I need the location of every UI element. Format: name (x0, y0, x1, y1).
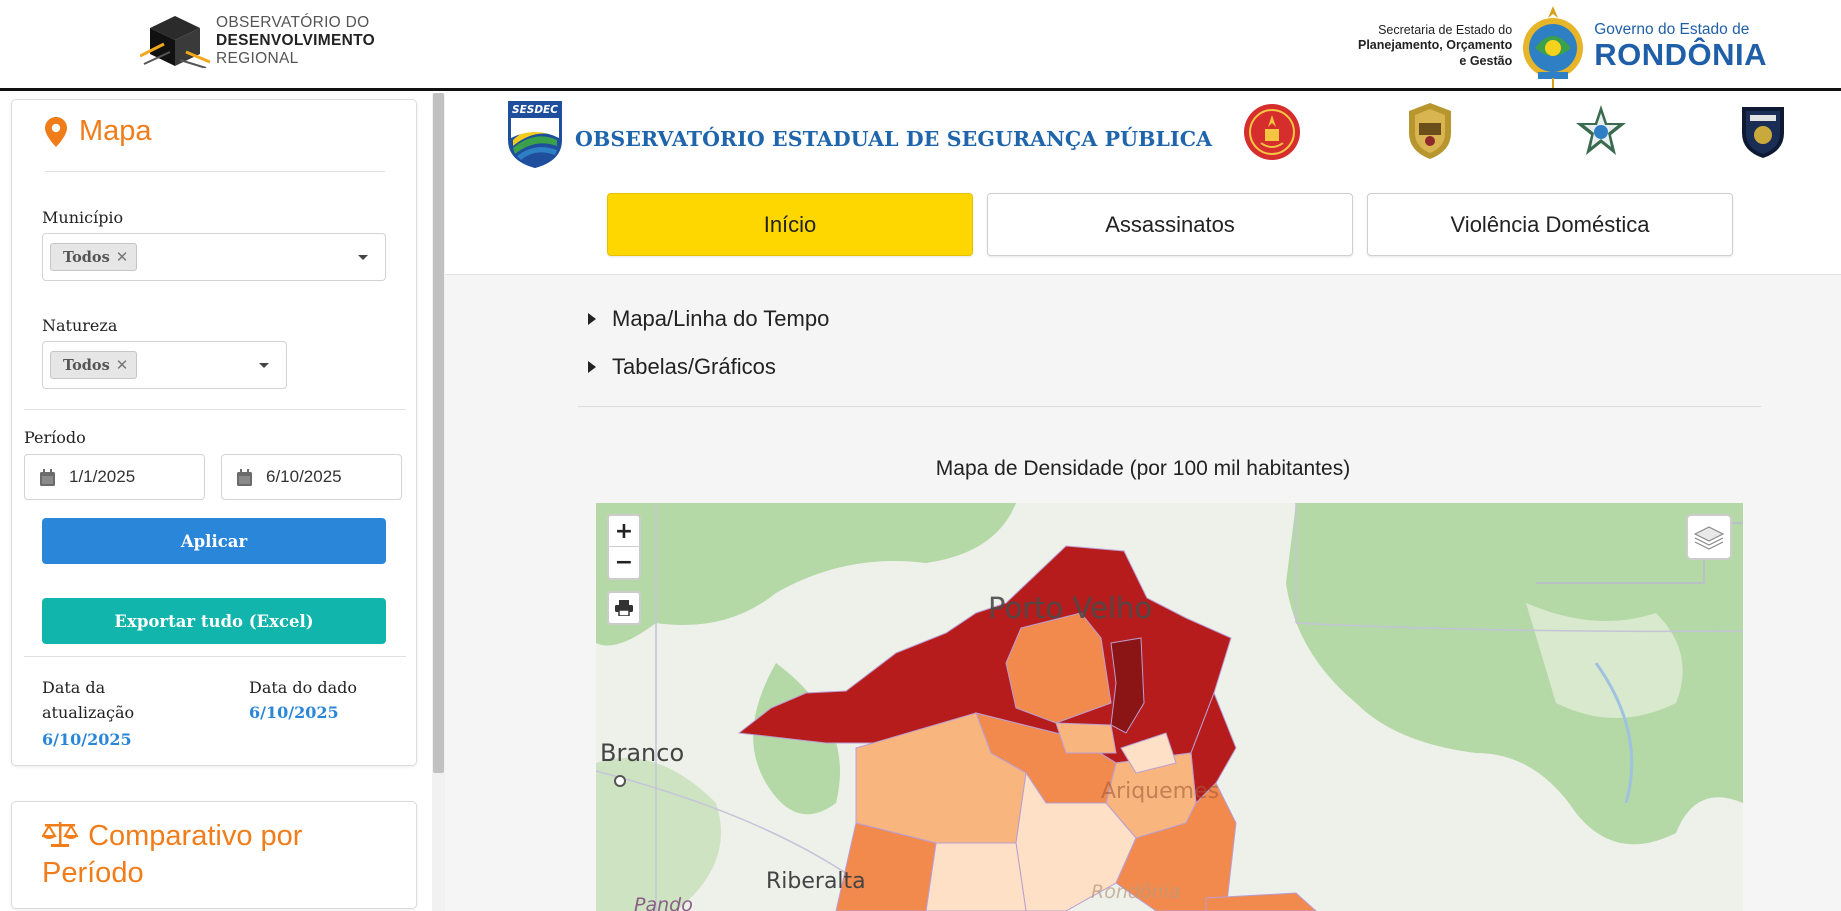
policia-militar-badge-icon (1576, 105, 1626, 155)
place-rondonia: Rondônia (1091, 881, 1181, 903)
map-canvas[interactable]: Porto Velho Branco Riberalta Ariquemes P… (596, 503, 1743, 911)
divider (24, 409, 406, 410)
layers-button[interactable] (1686, 514, 1732, 560)
obs-logo-line2: DESENVOLVIMENTO (216, 32, 375, 49)
sesdec-label: SESDEC (512, 104, 558, 116)
caret-right-icon (588, 313, 596, 325)
tab-assassinatos[interactable]: Assassinatos (987, 193, 1353, 256)
divider (24, 656, 406, 657)
updated-value: 6/10/2025 (42, 730, 132, 749)
observatorio-title: OBSERVATÓRIO ESTADUAL DE SEGURANÇA PÚBLI… (575, 127, 1213, 151)
brasao-icon (1523, 6, 1584, 88)
chevron-down-icon[interactable] (358, 255, 368, 260)
scrollbar-thumb[interactable] (433, 93, 444, 773)
scale-balance-icon (41, 822, 79, 847)
caret-right-icon (588, 361, 596, 373)
remove-chip-icon[interactable]: ✕ (116, 356, 129, 374)
sidebar: Mapa Município Todos ✕ Natureza Todos ✕ … (0, 93, 432, 911)
layers-icon (1694, 526, 1724, 550)
print-icon (615, 600, 633, 616)
top-header: OBSERVATÓRIO DO DESENVOLVIMENTO REGIONAL… (0, 0, 1841, 91)
date-start-input[interactable]: 1/1/2025 (24, 454, 205, 500)
date-end-value: 6/10/2025 (266, 467, 342, 486)
bombeiros-badge-icon (1244, 104, 1300, 160)
date-start-value: 1/1/2025 (69, 467, 136, 486)
periodo-label: Período (24, 428, 86, 447)
accordion-label: Tabelas/Gráficos (612, 354, 776, 379)
export-excel-button[interactable]: Exportar tudo (Excel) (42, 598, 386, 644)
chevron-down-icon[interactable] (259, 363, 269, 368)
remove-chip-icon[interactable]: ✕ (116, 248, 129, 266)
map-pin-icon (45, 116, 67, 147)
city-dot (614, 775, 626, 787)
main-header: SESDEC OBSERVATÓRIO ESTADUAL DE SEGURANÇ… (445, 93, 1841, 275)
municipio-chip-label: Todos (63, 248, 110, 266)
apply-button[interactable]: Aplicar (42, 518, 386, 564)
obs-logo-line3: REGIONAL (216, 50, 299, 67)
compare-card-title: Comparativo por Período (41, 818, 402, 892)
governo-line2: RONDÔNIA (1594, 37, 1767, 72)
map-card-title: Mapa (45, 115, 152, 148)
municipality[interactable] (1055, 722, 1117, 754)
data-date-value: 6/10/2025 (249, 703, 339, 722)
main-content: SESDEC OBSERVATÓRIO ESTADUAL DE SEGURANÇ… (445, 93, 1841, 911)
natureza-label: Natureza (42, 316, 118, 335)
cube-logo-icon (140, 16, 210, 68)
tab-inicio[interactable]: Início (607, 193, 973, 256)
secretaria-line1: Secretaria de Estado do (1378, 22, 1513, 37)
divider (578, 406, 1761, 407)
density-map[interactable]: Porto Velho Branco Riberalta Ariquemes P… (596, 503, 1743, 911)
place-ariquemes: Ariquemes (1101, 779, 1219, 804)
compare-card-title-text: Comparativo por Período (42, 820, 303, 889)
zoom-out-button[interactable]: − (609, 547, 639, 578)
zoom-control: + − (607, 514, 641, 580)
policia-penal-badge-icon (1742, 107, 1784, 158)
natureza-chip-label: Todos (63, 356, 110, 374)
place-pando: Pando (634, 894, 693, 911)
observatorio-logo: OBSERVATÓRIO DO DESENVOLVIMENTO REGIONAL (140, 14, 375, 68)
divider (45, 171, 385, 172)
compare-period-card: Comparativo por Período (11, 801, 417, 909)
zoom-in-button[interactable]: + (609, 516, 639, 547)
secretaria-line3: e Gestão (1459, 53, 1513, 68)
place-branco: Branco (600, 739, 684, 767)
tab-violencia-domestica[interactable]: Violência Doméstica (1367, 193, 1733, 256)
calendar-icon (237, 468, 252, 486)
date-end-input[interactable]: 6/10/2025 (221, 454, 402, 500)
accordion-label: Mapa/Linha do Tempo (612, 306, 830, 331)
natureza-select[interactable]: Todos ✕ (42, 341, 287, 389)
data-date-label: Data do dado (249, 678, 358, 697)
policia-civil-badge-icon (1409, 103, 1451, 159)
accordion-tabelas-graficos[interactable]: Tabelas/Gráficos (588, 354, 776, 380)
place-riberalta: Riberalta (766, 869, 866, 894)
governo-logo: Secretaria de Estado do Planejamento, Or… (1358, 4, 1767, 88)
municipio-select[interactable]: Todos ✕ (42, 233, 386, 281)
place-porto-velho: Porto Velho (988, 591, 1152, 625)
natureza-chip[interactable]: Todos ✕ (50, 351, 138, 379)
obs-logo-line1: OBSERVATÓRIO DO (216, 14, 370, 31)
sidebar-scrollbar[interactable] (432, 93, 445, 911)
calendar-icon (40, 468, 55, 486)
print-button[interactable] (607, 591, 641, 625)
sesdec-logo-icon: SESDEC (508, 101, 562, 168)
map-title: Mapa de Densidade (por 100 mil habitante… (935, 457, 1351, 480)
map-card-title-text: Mapa (79, 115, 152, 147)
municipio-label: Município (42, 208, 124, 227)
municipio-chip[interactable]: Todos ✕ (50, 243, 138, 271)
map-filter-card: Mapa Município Todos ✕ Natureza Todos ✕ … (11, 99, 417, 766)
accordion-mapa-linha-tempo[interactable]: Mapa/Linha do Tempo (588, 306, 829, 332)
municipality[interactable] (925, 842, 1027, 911)
updated-label: Data da atualização (42, 678, 135, 722)
secretaria-line2: Planejamento, Orçamento (1358, 38, 1513, 53)
